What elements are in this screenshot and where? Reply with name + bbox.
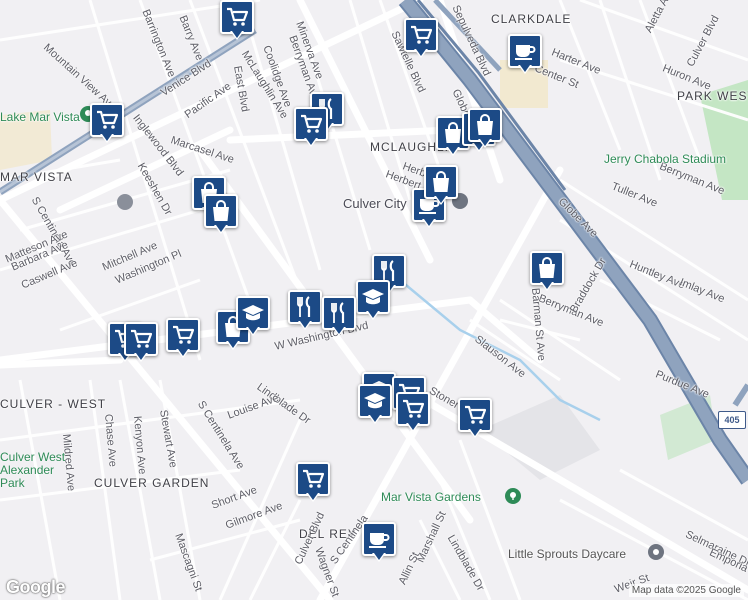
attribution: Map data ©2025 Google bbox=[628, 584, 744, 597]
poi-label: Culver West Alexander Park bbox=[0, 450, 66, 490]
shopping-cart-marker[interactable] bbox=[458, 398, 492, 442]
shopping-bag-icon bbox=[468, 108, 502, 142]
school-icon bbox=[356, 280, 390, 314]
shopping-cart-icon bbox=[296, 462, 330, 496]
poi-label: Mar Vista Gardens bbox=[381, 490, 481, 504]
shopping-cart-marker[interactable] bbox=[124, 322, 158, 366]
restaurant-icon bbox=[322, 296, 356, 330]
coffee-marker[interactable] bbox=[362, 522, 396, 566]
shopping-cart-icon bbox=[220, 0, 254, 34]
google-logo: Google bbox=[6, 577, 66, 597]
shopping-bag-icon bbox=[530, 251, 564, 285]
shopping-cart-marker[interactable] bbox=[166, 318, 200, 362]
shopping-cart-marker[interactable] bbox=[294, 107, 328, 151]
poi-lake-mar-vista[interactable]: Lake Mar Vista bbox=[0, 106, 96, 126]
school-icon bbox=[236, 296, 270, 330]
shield-label: 405 bbox=[724, 415, 740, 425]
shopping-cart-icon bbox=[458, 398, 492, 432]
area-label: CULVER - WEST bbox=[0, 397, 107, 411]
place-icon bbox=[648, 544, 664, 560]
area-label: PARK WEST bbox=[677, 89, 748, 103]
school-marker[interactable] bbox=[356, 280, 390, 324]
area-label: CULVER GARDEN bbox=[94, 476, 210, 490]
shopping-cart-marker[interactable] bbox=[90, 103, 124, 147]
coffee-icon bbox=[362, 522, 396, 556]
area-label: MAR VISTA bbox=[0, 170, 73, 184]
shopping-cart-marker[interactable] bbox=[220, 0, 254, 44]
freeway-shield-405: 405 bbox=[718, 411, 746, 429]
map-canvas[interactable]: 405 CLARKDALE PARK WEST MCLAUGHLIN MAR V… bbox=[0, 0, 748, 600]
shopping-bag-marker[interactable] bbox=[424, 165, 458, 209]
shopping-bag-marker[interactable] bbox=[468, 108, 502, 152]
shopping-bag-marker[interactable] bbox=[204, 194, 238, 238]
poi-label: Little Sprouts Daycare bbox=[508, 547, 627, 561]
shopping-bag-icon bbox=[424, 165, 458, 199]
shopping-cart-marker[interactable] bbox=[396, 392, 430, 436]
area-label: CLARKDALE bbox=[491, 12, 572, 26]
poi-mar-vista-gardens[interactable]: Mar Vista Gardens bbox=[381, 488, 521, 506]
shopping-bag-icon bbox=[204, 194, 238, 228]
poi-label: Jerry Chabola Stadium bbox=[604, 152, 727, 166]
coffee-icon bbox=[508, 34, 542, 68]
shopping-bag-marker[interactable] bbox=[530, 251, 564, 295]
poi-culver-west-alexander-park[interactable]: Culver West Alexander Park bbox=[0, 451, 70, 490]
shopping-cart-marker[interactable] bbox=[296, 462, 330, 506]
restaurant-marker[interactable] bbox=[322, 296, 356, 340]
poi-jerry-chabola-stadium[interactable]: Jerry Chabola Stadium bbox=[604, 150, 726, 168]
shopping-cart-marker[interactable] bbox=[404, 18, 438, 62]
shopping-cart-icon bbox=[404, 18, 438, 52]
coffee-marker[interactable] bbox=[508, 34, 542, 78]
shopping-cart-icon bbox=[396, 392, 430, 426]
park-icon bbox=[505, 488, 521, 504]
school-marker[interactable] bbox=[358, 384, 392, 428]
school-icon bbox=[358, 384, 392, 418]
shopping-cart-icon bbox=[90, 103, 124, 137]
shopping-cart-icon bbox=[166, 318, 200, 352]
restaurant-icon bbox=[288, 290, 322, 324]
street-label: Culver City bbox=[343, 196, 407, 211]
poi-little-sprouts-daycare[interactable]: Little Sprouts Daycare bbox=[508, 544, 664, 563]
school-marker[interactable] bbox=[236, 296, 270, 340]
shopping-cart-icon bbox=[294, 107, 328, 141]
school-place-icon bbox=[117, 194, 133, 210]
poi-label: Lake Mar Vista bbox=[0, 110, 80, 124]
shopping-cart-icon bbox=[124, 322, 158, 356]
restaurant-marker[interactable] bbox=[288, 290, 322, 334]
